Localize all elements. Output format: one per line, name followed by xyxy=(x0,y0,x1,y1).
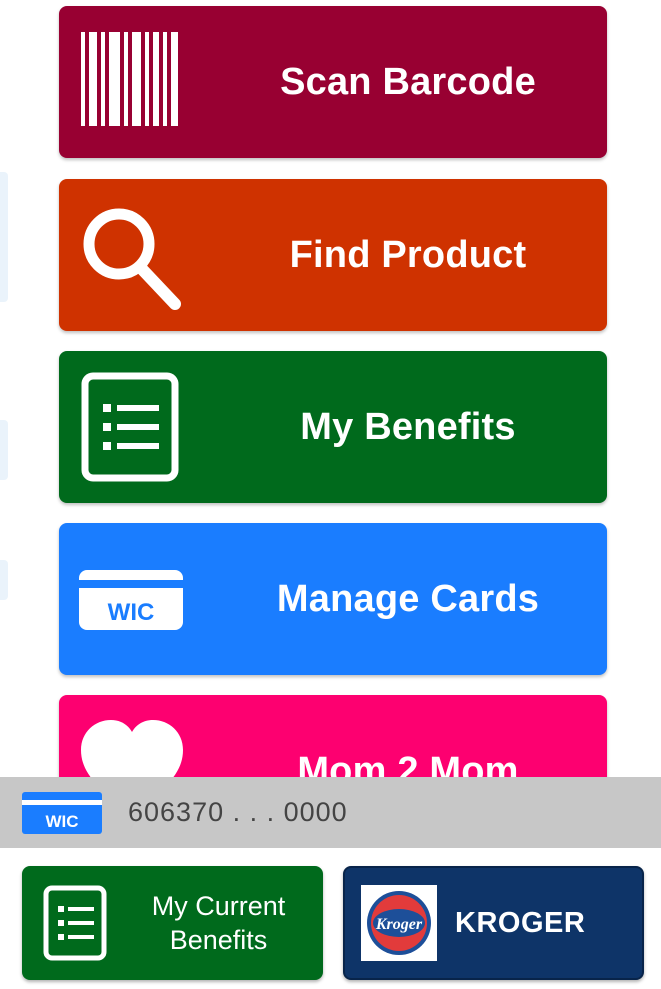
wic-card-icon: WIC xyxy=(22,791,102,834)
my-current-benefits-label: My Current Benefits xyxy=(126,866,311,980)
store-name: KROGER xyxy=(455,906,586,939)
wic-app-home-screen: Scan Barcode Find Product My Benefits WI… xyxy=(0,0,661,989)
edge-decoration xyxy=(0,560,8,600)
list-icon xyxy=(43,885,107,961)
kroger-logo-text: Kroger xyxy=(375,916,423,933)
barcode-icon xyxy=(77,27,187,137)
find-product-label: Find Product xyxy=(289,233,527,276)
my-benefits-label: My Benefits xyxy=(300,405,516,448)
store-kroger-button[interactable]: Kroger KROGER xyxy=(343,866,644,980)
my-current-benefits-button[interactable]: My Current Benefits xyxy=(22,866,323,980)
bottom-actions: My Current Benefits Kroger KROGER xyxy=(0,848,661,989)
manage-cards-label: Manage Cards xyxy=(276,577,540,620)
card-number: 606370 . . . 0000 xyxy=(128,797,348,827)
edge-decoration xyxy=(0,420,8,480)
scan-barcode-button[interactable]: Scan Barcode xyxy=(59,6,607,158)
find-product-button[interactable]: Find Product xyxy=(59,179,607,331)
label-line-2: Benefits xyxy=(169,925,268,955)
scan-barcode-label: Scan Barcode xyxy=(280,60,536,103)
active-card-bar[interactable]: WIC 606370 . . . 0000 xyxy=(0,777,661,848)
edge-decoration xyxy=(0,172,8,302)
search-icon xyxy=(77,200,187,310)
wic-card-text: WIC xyxy=(108,599,155,626)
label-line-1: My Current xyxy=(151,891,286,921)
kroger-logo: Kroger xyxy=(361,885,437,961)
wic-card-icon: WIC xyxy=(77,544,187,654)
list-icon xyxy=(77,372,187,482)
manage-cards-button[interactable]: WIC Manage Cards xyxy=(59,523,607,675)
wic-mini-text: WIC xyxy=(45,812,78,831)
my-benefits-button[interactable]: My Benefits xyxy=(59,351,607,503)
